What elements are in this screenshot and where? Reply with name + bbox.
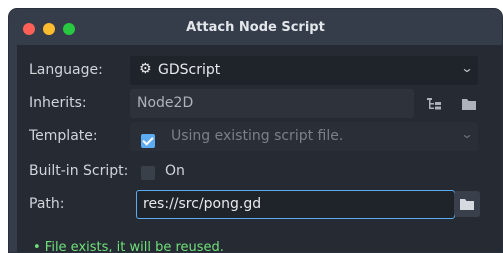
template-label: Template: bbox=[29, 128, 98, 144]
inherits-tree-button[interactable] bbox=[421, 91, 447, 117]
path-input[interactable]: res://src/pong.gd bbox=[136, 190, 455, 219]
builtin-script-checkbox[interactable] bbox=[141, 166, 155, 180]
folder-icon bbox=[462, 99, 476, 110]
path-label: Path: bbox=[29, 196, 65, 212]
chevron-down-icon: ⌄ bbox=[460, 127, 474, 141]
inherits-field[interactable]: Node2D bbox=[130, 89, 414, 118]
folder-icon bbox=[460, 199, 474, 210]
tree-icon bbox=[427, 98, 441, 110]
attach-node-script-dialog: Attach Node Script Language: ⚙ GDScript … bbox=[8, 8, 503, 253]
status-message: • File exists, it will be reused. bbox=[33, 240, 224, 253]
builtin-on-label: On bbox=[165, 163, 185, 179]
inherits-value: Node2D bbox=[137, 95, 194, 111]
template-value: Using existing script file. bbox=[171, 128, 344, 144]
language-dropdown[interactable]: ⚙ GDScript ⌄ bbox=[130, 56, 478, 85]
template-checkbox[interactable] bbox=[141, 134, 155, 148]
dialog-body: Language: ⚙ GDScript ⌄ Inherits: Node2D bbox=[17, 45, 502, 253]
gear-icon: ⚙ bbox=[139, 61, 152, 77]
dialog-title: Attach Node Script bbox=[186, 20, 325, 35]
path-value: res://src/pong.gd bbox=[143, 196, 262, 212]
path-browse-button[interactable] bbox=[454, 191, 480, 217]
language-value: GDScript bbox=[158, 62, 221, 78]
inherits-folder-button[interactable] bbox=[456, 91, 482, 117]
builtin-script-label: Built-in Script: bbox=[29, 163, 129, 179]
title-bar: Attach Node Script bbox=[9, 9, 502, 45]
inherits-label: Inherits: bbox=[29, 95, 87, 111]
template-dropdown[interactable]: Using existing script file. ⌄ bbox=[130, 122, 478, 151]
language-label: Language: bbox=[29, 62, 103, 78]
chevron-down-icon: ⌄ bbox=[460, 61, 474, 75]
